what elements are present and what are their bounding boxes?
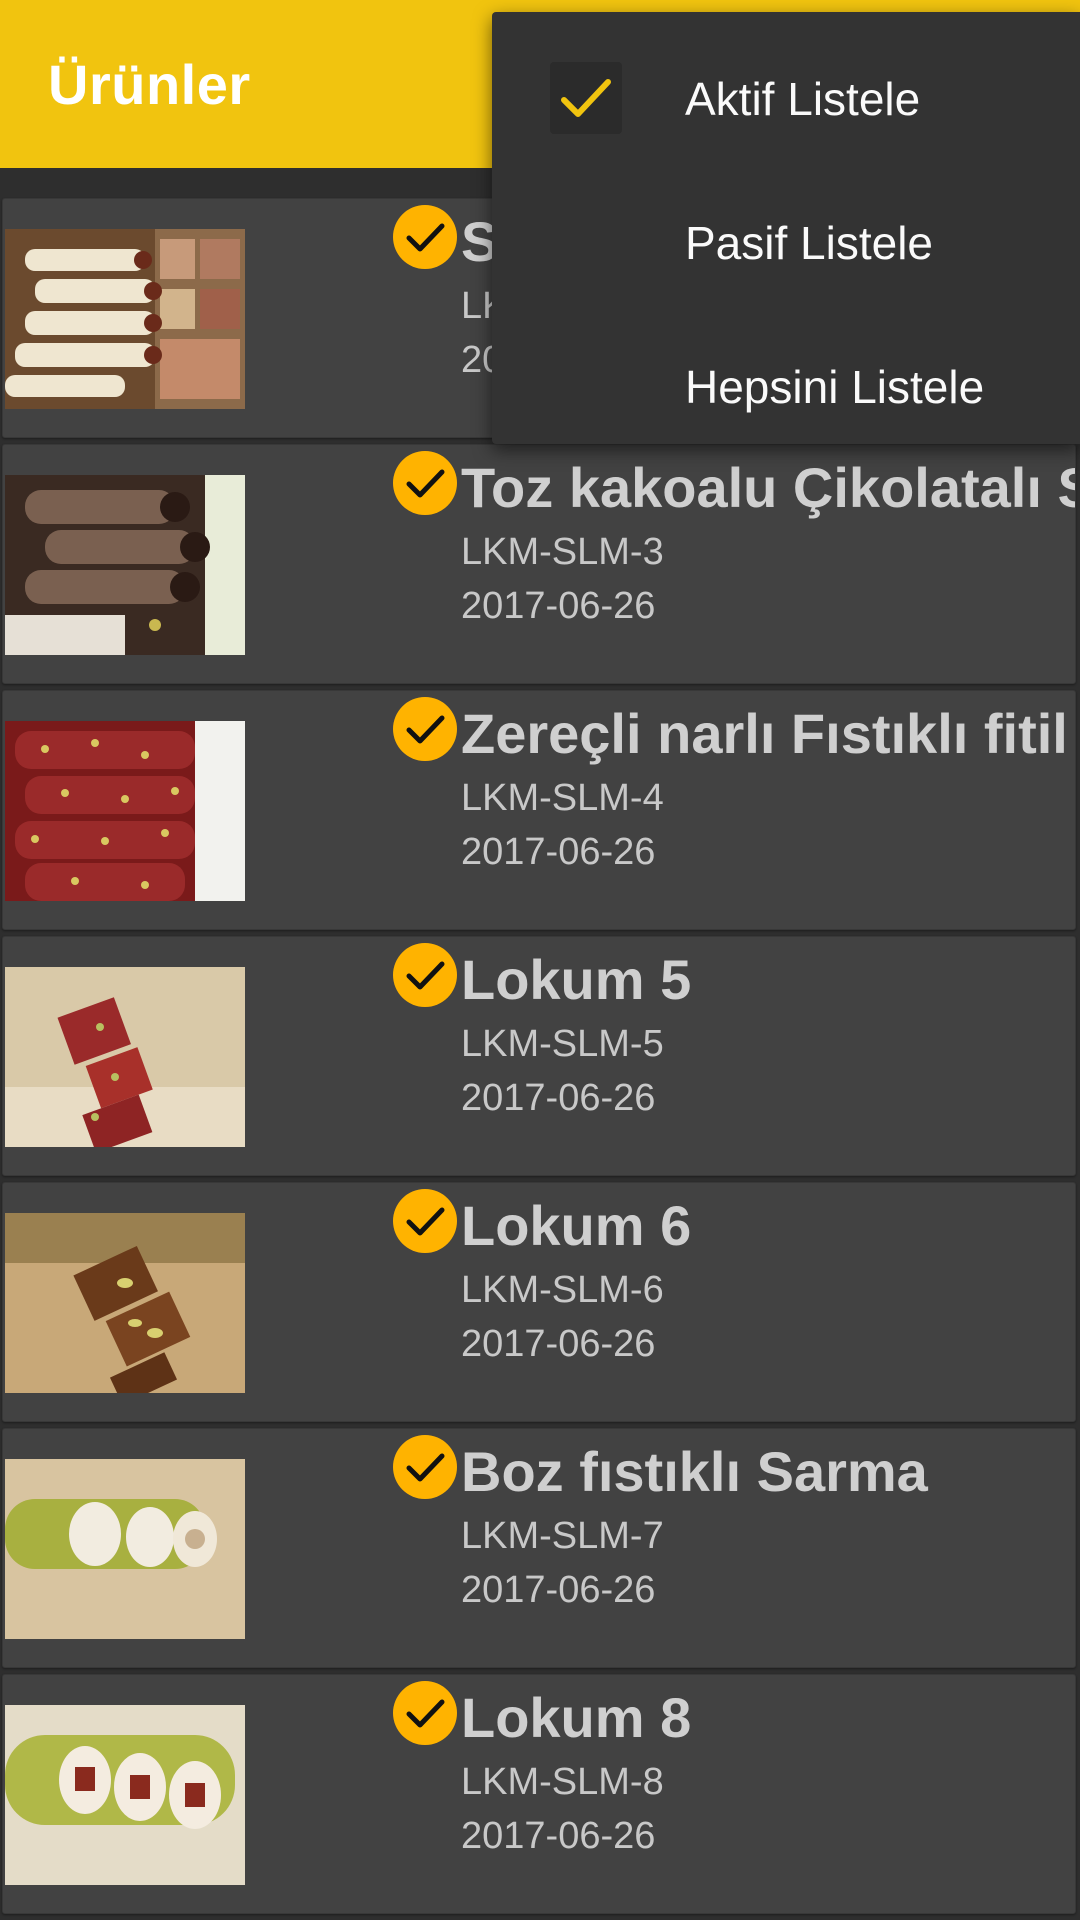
product-title: Toz kakoalu Çikolatalı S bbox=[461, 456, 1076, 519]
product-image bbox=[5, 229, 245, 409]
menu-item-label: Hepsini Listele bbox=[685, 361, 985, 413]
menu-item-passive[interactable]: Pasif Listele bbox=[492, 170, 1080, 310]
menu-item-label: Aktif Listele bbox=[685, 73, 921, 125]
product-image bbox=[5, 721, 245, 901]
product-date: 2017-06-26 bbox=[461, 1569, 656, 1611]
product-card[interactable]: Lokum 8 LKM-SLM-8 2017-06-26 bbox=[2, 1674, 1076, 1914]
product-code: LKM-SLM-8 bbox=[461, 1761, 664, 1803]
product-title: Boz fıstıklı Sarma bbox=[461, 1440, 928, 1503]
checkmark-icon bbox=[550, 62, 622, 134]
product-image bbox=[5, 475, 245, 655]
active-check-icon bbox=[393, 451, 457, 515]
product-image bbox=[5, 1705, 245, 1885]
product-code: LKM-SLM-3 bbox=[461, 531, 664, 573]
product-date: 2017-06-26 bbox=[461, 1815, 656, 1857]
active-check-icon bbox=[393, 943, 457, 1007]
product-code: LKM-SLM-7 bbox=[461, 1515, 664, 1557]
active-check-icon bbox=[393, 205, 457, 269]
product-card[interactable]: Zereçli narlı Fıstıklı fitil LKM-SLM-4 2… bbox=[2, 690, 1076, 930]
product-date: 2017-06-26 bbox=[461, 831, 656, 873]
active-check-icon bbox=[393, 1189, 457, 1253]
menu-item-all[interactable]: Hepsini Listele bbox=[492, 314, 1080, 454]
active-check-icon bbox=[393, 1435, 457, 1499]
product-title: Zereçli narlı Fıstıklı fitil bbox=[461, 702, 1068, 765]
product-card[interactable]: Toz kakoalu Çikolatalı S LKM-SLM-3 2017-… bbox=[2, 444, 1076, 684]
product-card[interactable]: Boz fıstıklı Sarma LKM-SLM-7 2017-06-26 bbox=[2, 1428, 1076, 1668]
product-code: LKM-SLM-4 bbox=[461, 777, 664, 819]
product-date: 2017-06-26 bbox=[461, 585, 656, 627]
filter-menu: Aktif Listele Pasif Listele Hepsini List… bbox=[492, 12, 1080, 444]
menu-item-active[interactable]: Aktif Listele bbox=[492, 26, 1080, 166]
product-image bbox=[5, 1459, 245, 1639]
product-code: LKM-SLM-6 bbox=[461, 1269, 664, 1311]
product-code: LKM-SLM-5 bbox=[461, 1023, 664, 1065]
active-check-icon bbox=[393, 1681, 457, 1745]
products-screen: Ürünler S LK 20 Toz kakoalu Çikolatalı S… bbox=[0, 0, 1080, 1920]
product-title: Lokum 5 bbox=[461, 948, 692, 1011]
active-check-icon bbox=[393, 697, 457, 761]
product-card[interactable]: Lokum 6 LKM-SLM-6 2017-06-26 bbox=[2, 1182, 1076, 1422]
product-image bbox=[5, 1213, 245, 1393]
product-title: Lokum 6 bbox=[461, 1194, 692, 1257]
page-title: Ürünler bbox=[48, 53, 251, 116]
product-date: 2017-06-26 bbox=[461, 1077, 656, 1119]
menu-item-label: Pasif Listele bbox=[685, 217, 934, 269]
product-image bbox=[5, 967, 245, 1147]
product-card[interactable]: Lokum 5 LKM-SLM-5 2017-06-26 bbox=[2, 936, 1076, 1176]
product-title: Lokum 8 bbox=[461, 1686, 692, 1749]
product-date: 2017-06-26 bbox=[461, 1323, 656, 1365]
